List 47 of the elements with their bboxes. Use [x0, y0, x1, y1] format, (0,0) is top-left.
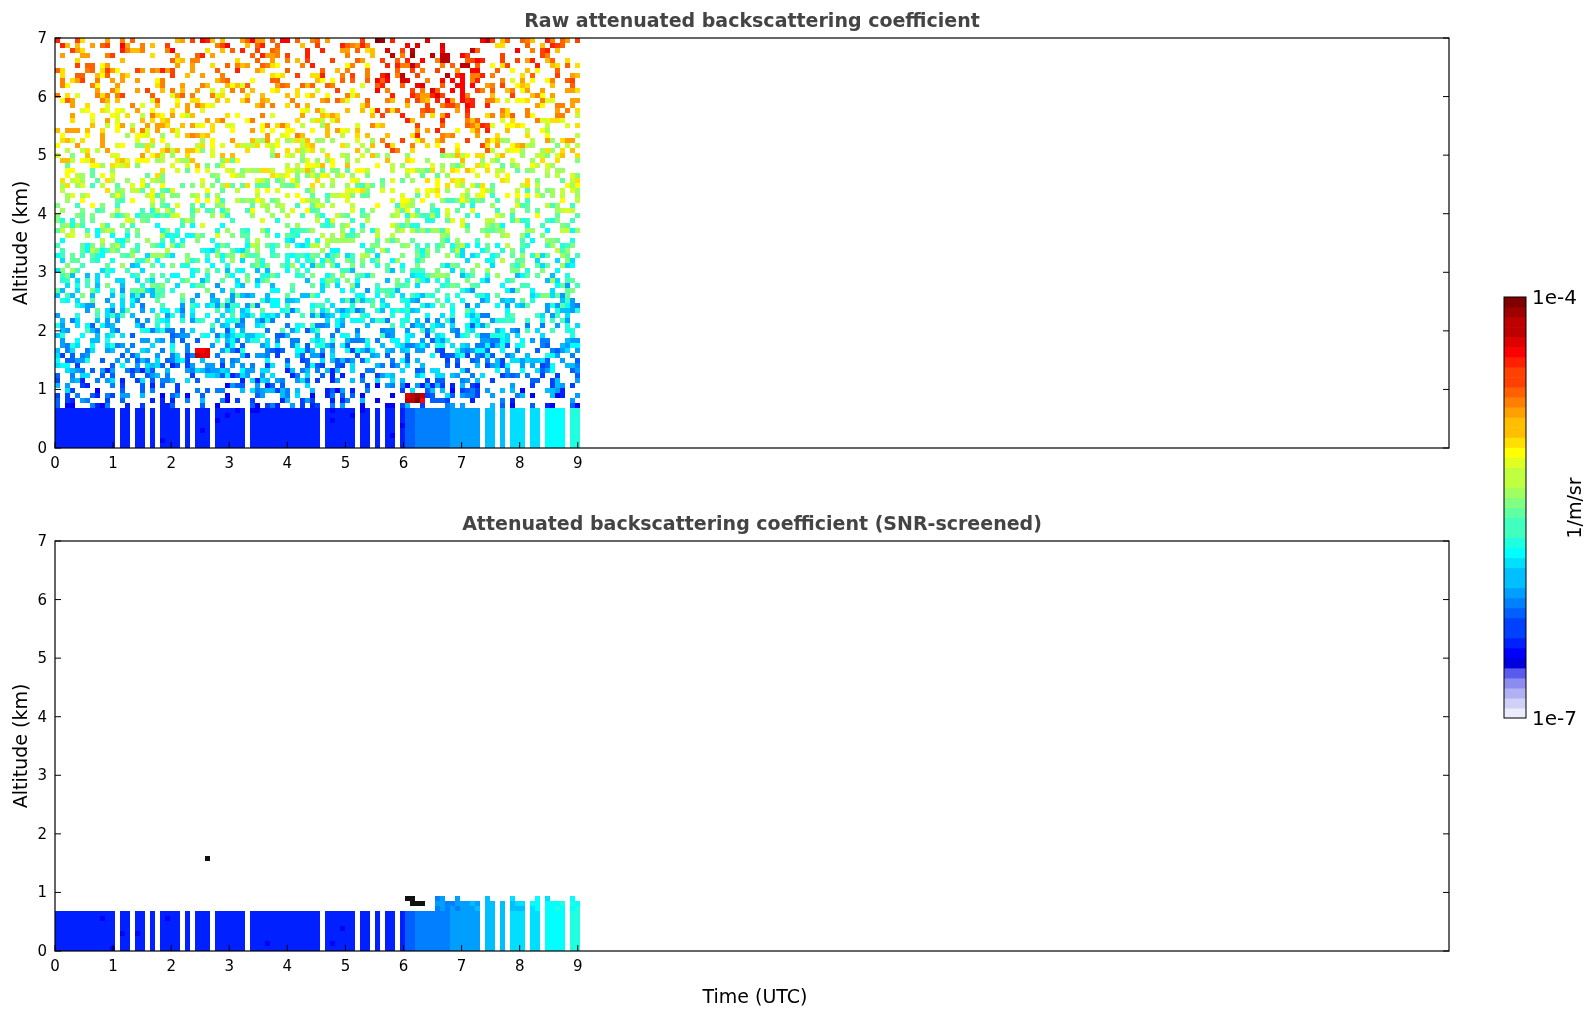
colorbar-tick-label: 1e-4: [1532, 285, 1577, 309]
tick-label: 0: [37, 439, 47, 457]
tick-label: 0: [50, 957, 60, 975]
tick-label: 7: [37, 29, 47, 47]
tick-label: 4: [282, 454, 293, 472]
tick-label: 6: [398, 454, 409, 472]
tick-label: 5: [37, 649, 47, 668]
tick-label: 5: [340, 957, 351, 975]
tick-label: 7: [37, 532, 47, 550]
tick-label: 8: [514, 957, 525, 975]
tick-label: 5: [340, 454, 351, 472]
tick-label: 2: [166, 957, 176, 975]
colorbar-tick-label: 1e-7: [1532, 706, 1577, 730]
tick-label: 7: [456, 454, 467, 472]
tick-label: 9: [573, 454, 583, 472]
colorbar-label: 1/m/sr: [1563, 477, 1585, 539]
tick-label: 8: [514, 454, 525, 472]
heatmap-cells: [435, 896, 480, 951]
tick-label: 4: [37, 204, 47, 223]
tick-label: 4: [282, 957, 293, 975]
tick-label: 2: [166, 454, 176, 472]
tick-label: 1: [37, 883, 47, 902]
tick-label: 0: [50, 454, 60, 472]
heatmap-cells: [510, 896, 550, 951]
tick-label: 2: [37, 321, 47, 340]
chart-title: Raw attenuated backscattering coefficient: [524, 9, 980, 31]
tick-label: 4: [37, 707, 47, 726]
tick-label: 1: [108, 454, 118, 472]
tick-label: 3: [37, 766, 47, 785]
chart-title: Attenuated backscattering coefficient (SNR-screened): [462, 512, 1042, 534]
tick-label: 6: [398, 957, 409, 975]
axis-label: Altitude (km): [9, 683, 31, 809]
axis-label: Altitude (km): [9, 180, 31, 306]
tick-label: 1: [108, 957, 118, 975]
tick-label: 9: [573, 957, 583, 975]
tick-label: 5: [37, 146, 47, 165]
tick-label: 6: [37, 590, 47, 609]
tick-label: 0: [37, 942, 47, 960]
tick-label: 3: [224, 454, 234, 472]
axis-label: Time (UTC): [702, 985, 808, 1007]
tick-label: 2: [37, 824, 47, 843]
heatmap-cells: [470, 896, 525, 951]
tick-label: 7: [456, 957, 467, 975]
tick-label: 3: [224, 957, 234, 975]
tick-label: 1: [37, 380, 47, 399]
tick-label: 3: [37, 263, 47, 282]
tick-label: 6: [37, 87, 47, 106]
